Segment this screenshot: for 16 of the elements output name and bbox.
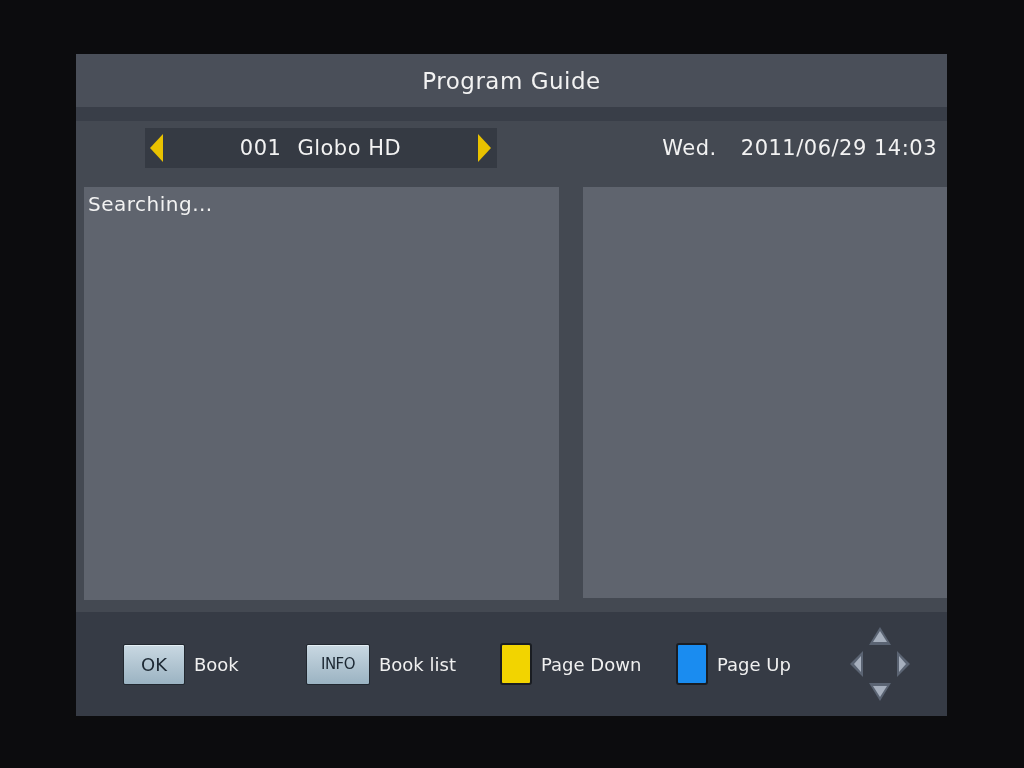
direction-pad-icon [850, 627, 910, 701]
channel-number: 001 [239, 136, 282, 160]
key-hint-label: Page Up [717, 653, 791, 675]
weekday-text: Wed. [662, 136, 717, 160]
status-text: Searching... [88, 192, 213, 216]
remote-key: INFO [306, 643, 370, 685]
right-arrow-icon[interactable] [478, 134, 491, 162]
left-arrow-icon[interactable] [150, 134, 163, 162]
key-hint-label: Book list [379, 653, 456, 675]
key-hint-label: Book [194, 653, 239, 675]
remote-key: OK [123, 643, 185, 685]
date-time-text: 2011/06/29 14:03 [740, 136, 937, 160]
channel-selector[interactable]: 001 Globo HD [145, 128, 497, 168]
screen-title: Program Guide [422, 67, 601, 94]
key-hint-label: Page Down [541, 653, 642, 675]
channel-name: Globo HD [297, 136, 402, 160]
